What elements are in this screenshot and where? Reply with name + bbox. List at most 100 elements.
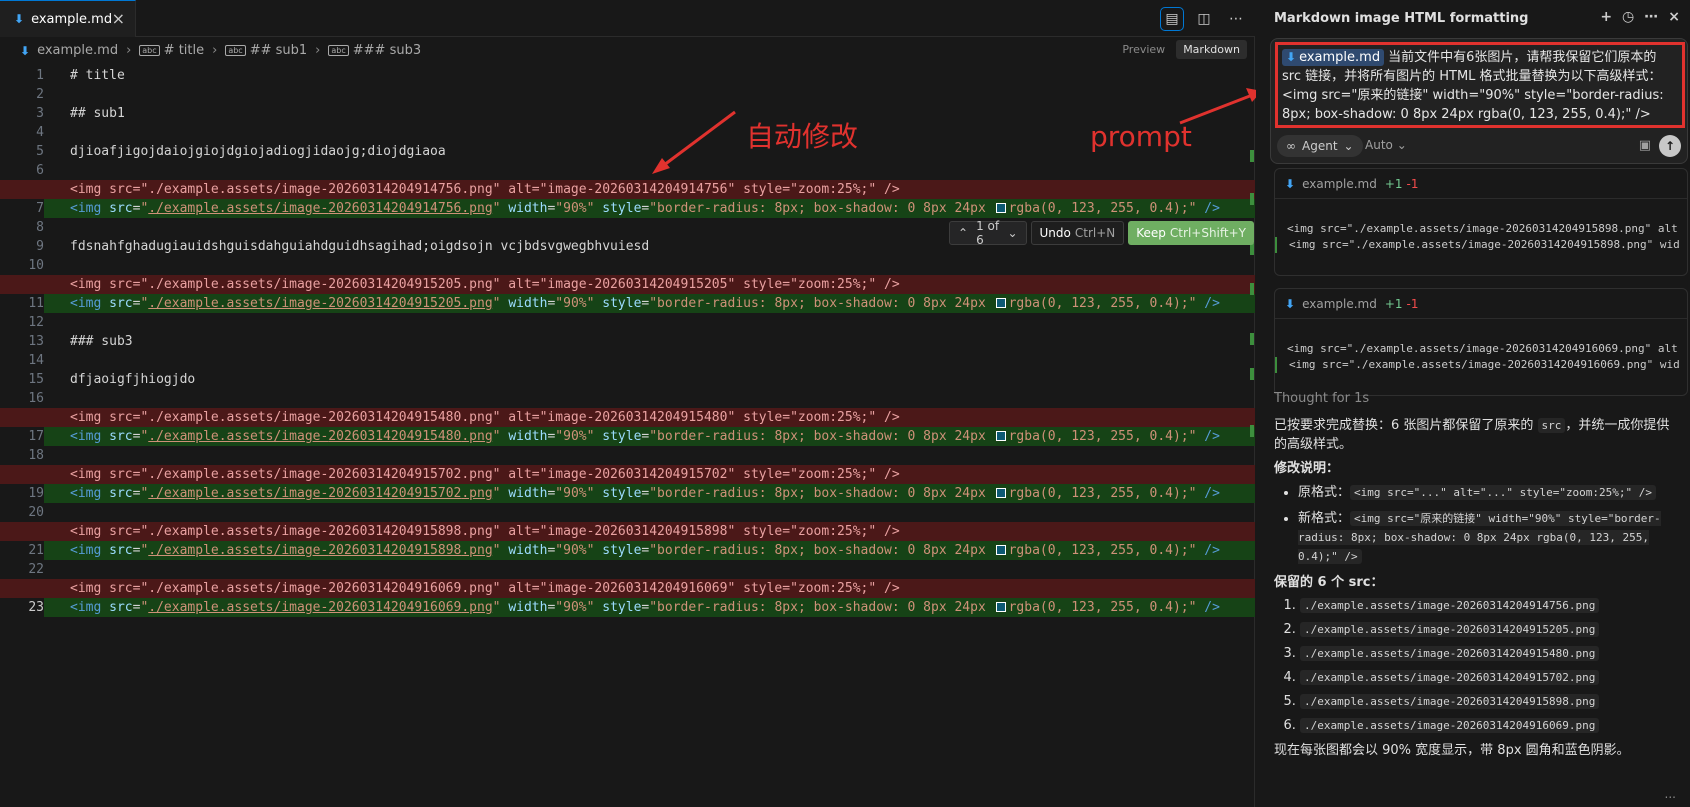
color-swatch[interactable]	[995, 602, 1006, 612]
card-added-line: <img src="./example.assets/image-2026031…	[1275, 237, 1687, 253]
chevron-right-icon: ›	[126, 43, 132, 58]
color-swatch[interactable]	[995, 545, 1006, 555]
current-line-number: 23	[0, 598, 44, 617]
preview-mode-button[interactable]: Preview	[1115, 40, 1172, 59]
diff-added-text: <img src="./example.assets/image-2026031…	[70, 486, 1220, 501]
chevron-down-icon: ⌄	[1396, 138, 1407, 152]
code-text: # title	[70, 68, 125, 83]
list-item: ./example.assets/image-20260314204915205…	[1300, 621, 1682, 639]
deleted-line: <img src="./example.assets/image-2026031…	[0, 408, 1255, 427]
more-icon[interactable]: ⋯	[1225, 8, 1247, 30]
color-swatch[interactable]	[995, 431, 1006, 441]
undo-button[interactable]: Undo Ctrl+N	[1030, 221, 1125, 245]
src-list: ./example.assets/image-20260314204914756…	[1300, 597, 1682, 735]
diff-toolbar: ⌃ 1 of 6 ⌄ Undo Ctrl+N Keep Ctrl+Shift+Y	[949, 219, 1254, 247]
close-icon[interactable]: ×	[1668, 9, 1680, 25]
code-line: 4	[36, 125, 44, 140]
close-icon[interactable]: ×	[112, 9, 125, 28]
added-line: 19 <img src="./example.assets/image-20260…	[0, 484, 1255, 503]
code-text: dfjaoigfjhiogjdo	[70, 372, 196, 387]
color-swatch[interactable]	[995, 203, 1006, 213]
card-added-line: <img src="./example.assets/image-2026031…	[1275, 357, 1687, 373]
send-button[interactable]: ↑	[1659, 135, 1681, 157]
list-item: ./example.assets/image-20260314204914756…	[1300, 597, 1682, 615]
change-marker	[1250, 150, 1254, 162]
edit-card[interactable]: ⬇ example.md +1 -1 <img src="./example.a…	[1274, 168, 1688, 276]
breadcrumb-sub1[interactable]: ## sub1	[250, 43, 307, 58]
code-line: 13 ### sub3	[28, 334, 133, 349]
tab-label: example.md	[31, 11, 113, 27]
breadcrumb: ⬇ example.md › abc # title › abc ## sub1…	[0, 37, 1255, 64]
markdown-file-icon: ⬇	[1285, 176, 1296, 191]
added-line: 7 <img src="./example.assets/image-202603…	[0, 199, 1255, 218]
added-line: 17 <img src="./example.assets/image-20260…	[0, 427, 1255, 446]
prompt-input[interactable]: ⬇ example.md 当前文件中有6张图片，请帮我保留它们原本的 src 链接，…	[1275, 42, 1685, 128]
symbol-string-icon: abc	[225, 45, 246, 56]
prompt-code: <img src="原来的链接" width="90%" style="bord…	[1282, 88, 1664, 122]
chevron-up-icon[interactable]: ⌃	[958, 226, 968, 240]
added-line: 21 <img src="./example.assets/image-20260…	[0, 541, 1255, 560]
diff-deleted-text: <img src="./example.assets/image-2026031…	[70, 410, 900, 425]
file-context-chip[interactable]: ⬇ example.md	[1282, 49, 1385, 66]
diff-added-text: <img src="./example.assets/image-2026031…	[70, 296, 1220, 311]
code-text: ### sub3	[70, 334, 133, 349]
tab-example-md[interactable]: ⬇ example.md ×	[0, 0, 136, 37]
chevron-right-icon: ›	[315, 43, 321, 58]
code-area[interactable]: 1 # title 2 3 ## sub1 4 5 djioafjigojdaiojg…	[0, 66, 1255, 807]
message-more-icon[interactable]: ...	[1665, 787, 1676, 801]
image-attach-icon[interactable]: ▣	[1639, 138, 1651, 153]
code-line: 22	[28, 562, 44, 577]
deleted-line: <img src="./example.assets/image-2026031…	[0, 180, 1255, 199]
kept-heading: 保留的 6 个 src：	[1274, 575, 1384, 590]
changes-list: 原格式：<img src="..." alt="..." style="zoom…	[1298, 483, 1682, 566]
diff-deleted-text: <img src="./example.assets/image-2026031…	[70, 182, 900, 197]
chat-header-actions: + ◷ ⋯ ×	[1600, 9, 1680, 25]
model-select[interactable]: Auto ⌄	[1365, 138, 1407, 152]
color-swatch[interactable]	[995, 298, 1006, 308]
chevron-down-icon[interactable]: ⌄	[1007, 226, 1017, 240]
change-marker	[1250, 283, 1254, 295]
list-item: 原格式：<img src="..." alt="..." style="zoom…	[1298, 483, 1682, 502]
list-item: ./example.assets/image-20260314204915702…	[1300, 669, 1682, 687]
agent-mode-select[interactable]: ∞ Agent ⌄	[1277, 135, 1363, 157]
code-line: 14	[28, 353, 44, 368]
assistant-message: 已按要求完成替换：6 张图片都保留了原来的 src ，并统一成你提供的高级样式。 …	[1274, 416, 1682, 765]
card-deleted-line: <img src="./example.assets/image-2026031…	[1287, 222, 1678, 235]
code-text: djioafjigojdaiojgiojdgiojadiogjidaojg;di…	[70, 144, 446, 159]
chevron-down-icon: ⌄	[1343, 139, 1354, 153]
markdown-mode-button[interactable]: Markdown	[1176, 40, 1247, 59]
more-icon[interactable]: ⋯	[1644, 9, 1658, 25]
code-line: 2	[36, 87, 44, 102]
changes-heading: 修改说明：	[1274, 461, 1340, 476]
diff-deleted-text: <img src="./example.assets/image-2026031…	[70, 277, 900, 292]
history-icon[interactable]: ◷	[1622, 9, 1634, 25]
keep-button[interactable]: Keep Ctrl+Shift+Y	[1128, 221, 1254, 245]
change-marker	[1250, 368, 1254, 380]
edit-card-header: ⬇ example.md +1 -1	[1275, 169, 1687, 199]
edit-card[interactable]: ⬇ example.md +1 -1 <img src="./example.a…	[1274, 288, 1688, 396]
breadcrumb-sub3[interactable]: ### sub3	[353, 43, 421, 58]
editor-pane: ⬇ example.md × ▤ ◫ ⋯ ⬇ example.md › abc …	[0, 0, 1255, 807]
footer-text: 现在每张图都会以 90% 宽度显示，带 8px 圆角和蓝色阴影。	[1274, 743, 1630, 758]
breadcrumb-file[interactable]: example.md	[37, 43, 118, 58]
code-line: 16	[28, 391, 44, 406]
diff-deleted-text: <img src="./example.assets/image-2026031…	[70, 467, 900, 482]
annotation-auto-edit: 自动修改	[746, 120, 859, 153]
change-marker	[1250, 193, 1254, 205]
markdown-file-icon: ⬇	[20, 43, 31, 58]
color-swatch[interactable]	[995, 488, 1006, 498]
split-editor-icon[interactable]: ◫	[1193, 8, 1215, 30]
thought-indicator[interactable]: Thought for 1s	[1274, 391, 1369, 406]
breadcrumb-title[interactable]: # title	[164, 43, 204, 58]
plus-icon[interactable]: +	[1600, 9, 1612, 25]
code-text: fdsnahfghadugiauidshguisdahguiahdguidhsa…	[70, 239, 650, 254]
list-item: ./example.assets/image-20260314204915480…	[1300, 645, 1682, 663]
chat-header: Markdown image HTML formatting + ◷ ⋯ ×	[1274, 0, 1684, 36]
deleted-line: <img src="./example.assets/image-2026031…	[0, 465, 1255, 484]
list-item: ./example.assets/image-20260314204916069…	[1300, 717, 1682, 735]
diff-navigator: ⌃ 1 of 6 ⌄	[949, 219, 1027, 247]
layout-icon[interactable]: ▤	[1160, 6, 1184, 31]
code-line: 10	[28, 258, 44, 273]
tab-bar: ⬇ example.md × ▤ ◫ ⋯	[0, 0, 1255, 37]
chat-panel: Markdown image HTML formatting + ◷ ⋯ × ⬇…	[1256, 0, 1690, 807]
